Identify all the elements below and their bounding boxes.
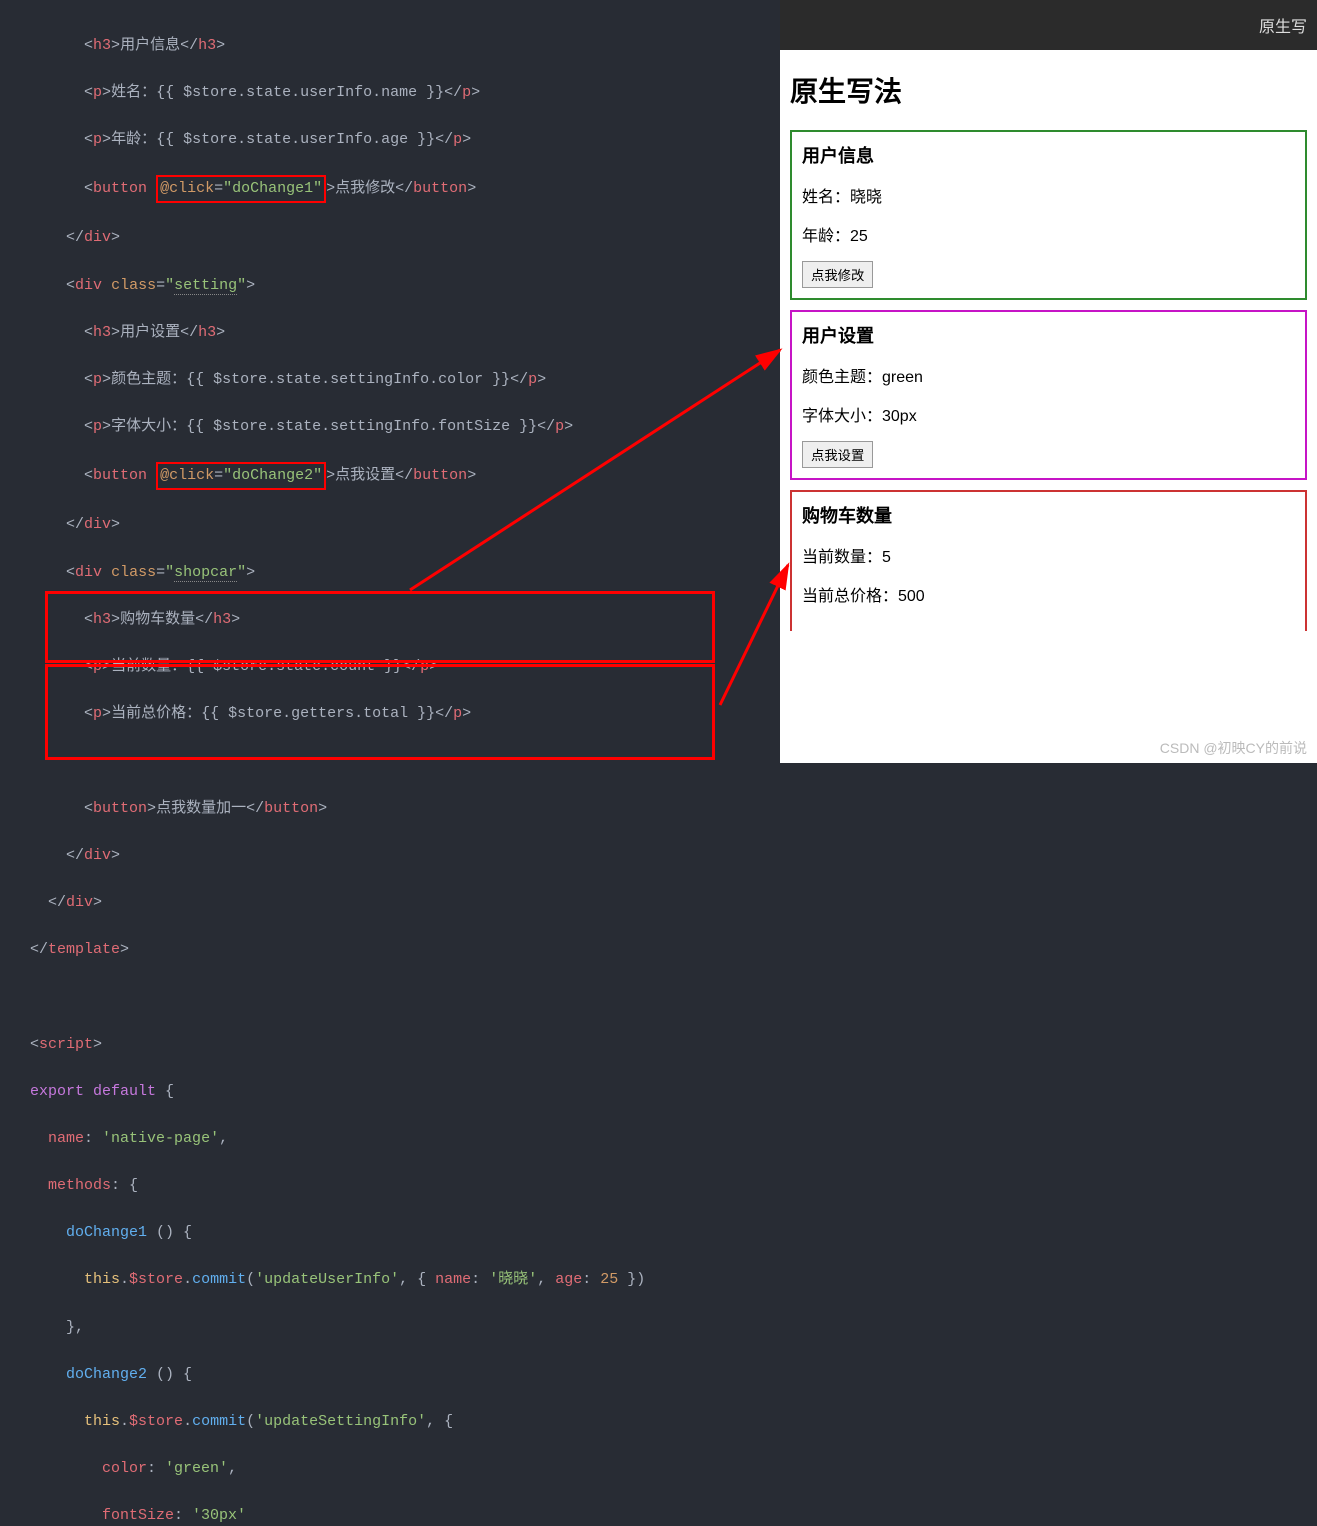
shopcar-box: 购物车数量 当前数量：5 当前总价格：500: [790, 490, 1307, 631]
browser-preview: 原生写 原生写法 用户信息 姓名：晓晓 年龄：25 点我修改 用户设置 颜色主题…: [780, 0, 1317, 763]
code-line: methods: {: [30, 1174, 780, 1198]
code-line: </div>: [30, 513, 780, 537]
count-label: 当前数量：5: [802, 543, 1295, 567]
setting-button[interactable]: 点我设置: [802, 441, 873, 468]
tab-title[interactable]: 原生写: [1259, 13, 1307, 37]
color-theme-label: 颜色主题：green: [802, 363, 1295, 387]
code-line: <button @click="doChange2">点我设置</button>: [30, 462, 780, 490]
code-line: this.$store.commit('updateSettingInfo', …: [30, 1410, 780, 1434]
code-line: doChange2 () {: [30, 1363, 780, 1387]
page-heading: 原生写法: [790, 70, 1307, 110]
highlight-box-method1: [45, 591, 715, 663]
code-line: [30, 985, 780, 1009]
user-name-label: 姓名：晓晓: [802, 183, 1295, 207]
total-label: 当前总价格：500: [802, 582, 1295, 606]
code-line: <div class="shopcar">: [30, 561, 780, 585]
code-line: <p>字体大小：{{ $store.state.settingInfo.font…: [30, 415, 780, 439]
highlight-box-method2: [45, 664, 715, 760]
code-line: <p>姓名：{{ $store.state.userInfo.name }}</…: [30, 81, 780, 105]
code-line: fontSize: '30px': [30, 1504, 780, 1526]
setting-box: 用户设置 颜色主题：green 字体大小：30px 点我设置: [790, 310, 1307, 480]
highlight-box: @click="doChange1": [156, 175, 326, 203]
code-line: <div class="setting">: [30, 274, 780, 298]
code-line: doChange1 () {: [30, 1221, 780, 1245]
code-line: },: [30, 1316, 780, 1340]
user-age-label: 年龄：25: [802, 222, 1295, 246]
watermark: CSDN @初映CY的前说: [1160, 738, 1307, 758]
user-info-title: 用户信息: [802, 142, 1295, 168]
code-line: <button @click="doChange1">点我修改</button>: [30, 175, 780, 203]
highlight-box: @click="doChange2": [156, 462, 326, 490]
code-line: <p>颜色主题：{{ $store.state.settingInfo.colo…: [30, 368, 780, 392]
code-line: <button>点我数量加一</button>: [30, 797, 780, 821]
tab-bar: 原生写: [780, 0, 1317, 50]
code-line: </div>: [30, 844, 780, 868]
shopcar-title: 购物车数量: [802, 502, 1295, 528]
code-line: </div>: [30, 891, 780, 915]
code-line: <p>年龄：{{ $store.state.userInfo.age }}</p…: [30, 128, 780, 152]
setting-title: 用户设置: [802, 322, 1295, 348]
code-line: <h3>用户设置</h3>: [30, 321, 780, 345]
code-line: <script>: [30, 1033, 780, 1057]
font-size-label: 字体大小：30px: [802, 402, 1295, 426]
code-line: name: 'native-page',: [30, 1127, 780, 1151]
user-info-box: 用户信息 姓名：晓晓 年龄：25 点我修改: [790, 130, 1307, 300]
code-line: this.$store.commit('updateUserInfo', { n…: [30, 1268, 780, 1292]
code-line: color: 'green',: [30, 1457, 780, 1481]
code-editor: <h3>用户信息</h3> <p>姓名：{{ $store.state.user…: [0, 0, 780, 763]
code-line: export default {: [30, 1080, 780, 1104]
code-line: </template>: [30, 938, 780, 962]
code-line: <h3>用户信息</h3>: [30, 34, 780, 58]
code-line: </div>: [30, 226, 780, 250]
modify-button[interactable]: 点我修改: [802, 261, 873, 288]
